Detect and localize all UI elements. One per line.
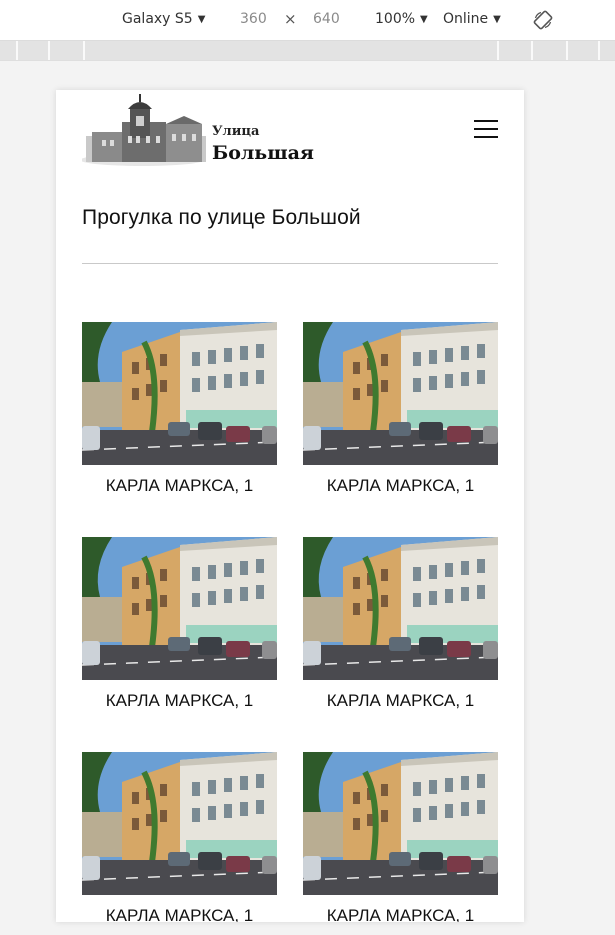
- street-photo: [303, 322, 498, 465]
- viewport-width-input[interactable]: 360: [240, 11, 267, 27]
- mobile-viewport: Улица Большая Прогулка по улице Большой: [56, 90, 524, 922]
- media-query-segment[interactable]: [0, 41, 615, 60]
- device-select[interactable]: Galaxy S5 ▼: [122, 11, 205, 27]
- menu-bar: [474, 136, 498, 138]
- menu-bar: [474, 128, 498, 130]
- place-card[interactable]: КАРЛА МАРКСА, 1: [82, 752, 277, 922]
- place-card-caption: КАРЛА МАРКСА, 1: [326, 476, 475, 495]
- menu-bar: [474, 120, 498, 122]
- dimension-separator: ×: [284, 10, 297, 28]
- logo-title-line2: Большая: [212, 142, 314, 164]
- chevron-down-icon: ▼: [420, 14, 428, 25]
- ruler-tick: [48, 41, 50, 60]
- place-card-caption: КАРЛА МАРКСА, 1: [326, 691, 475, 710]
- street-photo: [82, 322, 277, 465]
- place-card[interactable]: КАРЛА МАРКСА, 1: [82, 322, 277, 496]
- ruler-tick: [566, 41, 568, 60]
- place-card-caption: КАРЛА МАРКСА, 1: [105, 906, 254, 922]
- ruler-tick: [16, 41, 18, 60]
- place-card[interactable]: КАРЛА МАРКСА, 1: [303, 537, 498, 711]
- network-select-label: Online: [443, 11, 489, 27]
- zoom-select[interactable]: 100% ▼: [375, 11, 428, 27]
- chevron-down-icon: ▼: [493, 14, 501, 25]
- logo-title-line1: Улица: [212, 124, 260, 139]
- network-throttle-select[interactable]: Online ▼: [443, 11, 501, 27]
- zoom-select-label: 100%: [375, 11, 416, 27]
- media-query-bar: [0, 41, 615, 61]
- hamburger-menu-icon[interactable]: [474, 120, 498, 140]
- place-card-caption: КАРЛА МАРКСА, 1: [326, 906, 475, 922]
- ruler-tick: [83, 41, 85, 60]
- ruler-tick: [497, 41, 499, 60]
- device-select-label: Galaxy S5: [122, 11, 193, 27]
- viewport-height-input[interactable]: 640: [313, 11, 340, 27]
- place-card[interactable]: КАРЛА МАРКСА, 1: [303, 752, 498, 922]
- chevron-down-icon: ▼: [197, 14, 206, 25]
- place-card-caption: КАРЛА МАРКСА, 1: [105, 691, 254, 710]
- street-photo: [82, 752, 277, 895]
- ruler-tick: [598, 41, 600, 60]
- devtools-device-toolbar: Galaxy S5 ▼ 360 × 640 100% ▼ Online ▼: [0, 0, 615, 41]
- street-photo: [303, 752, 498, 895]
- building-logo-icon: [80, 94, 206, 166]
- rotate-icon[interactable]: [533, 10, 553, 30]
- street-photo: [82, 537, 277, 680]
- title-divider: [82, 263, 498, 264]
- street-photo: [303, 537, 498, 680]
- place-card-caption: КАРЛА МАРКСА, 1: [105, 476, 254, 495]
- page-title: Прогулка по улице Большой: [82, 206, 361, 229]
- ruler-tick: [531, 41, 533, 60]
- site-logo[interactable]: Улица Большая: [80, 92, 318, 166]
- place-card[interactable]: КАРЛА МАРКСА, 1: [303, 322, 498, 496]
- place-card[interactable]: КАРЛА МАРКСА, 1: [82, 537, 277, 711]
